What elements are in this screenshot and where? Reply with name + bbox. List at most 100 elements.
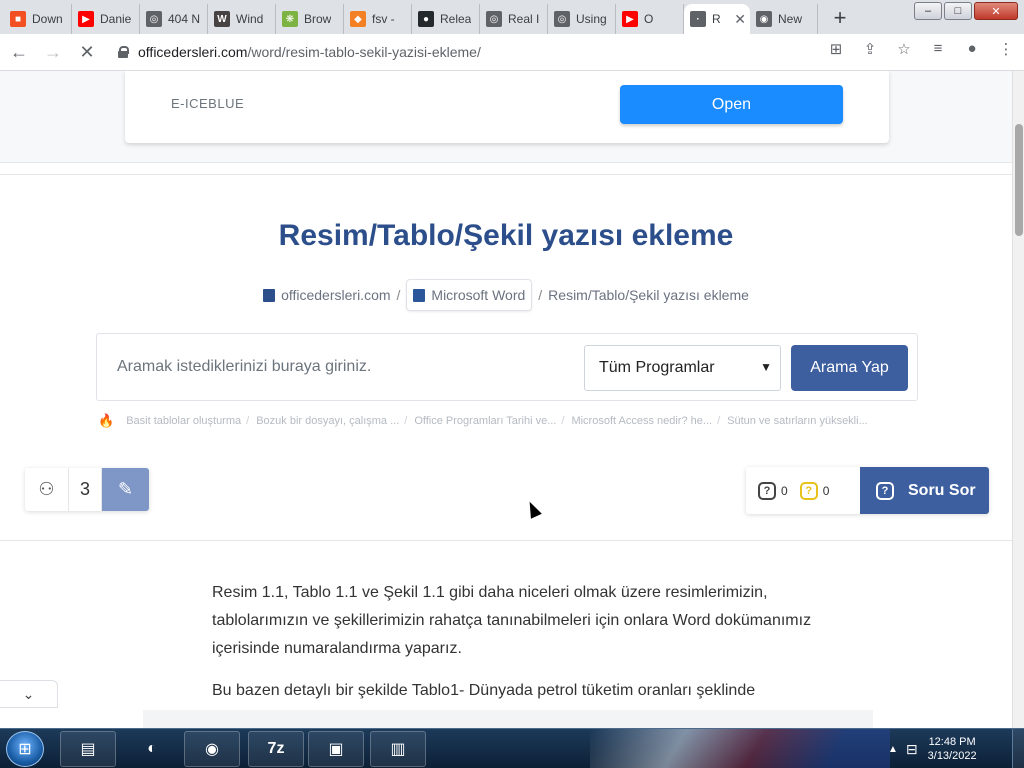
wallpaper-peek bbox=[590, 729, 890, 768]
back-button[interactable]: ← bbox=[4, 37, 34, 67]
network-icon[interactable]: ⊟ bbox=[906, 741, 918, 758]
windows-icon: ■ bbox=[10, 11, 26, 27]
trending-link[interactable]: Sütun ve satırların yüksekli... bbox=[727, 415, 868, 427]
browser-tab[interactable]: ◆ fsv - bbox=[344, 4, 412, 34]
breadcrumb-separator: / bbox=[396, 287, 401, 303]
url-path: /word/resim-tablo-sekil-yazisi-ekleme/ bbox=[247, 44, 481, 60]
youtube-icon: ▶ bbox=[622, 11, 638, 27]
browser-tab[interactable]: ▶ O bbox=[616, 4, 684, 34]
browser-tab[interactable]: W Wind bbox=[208, 4, 276, 34]
youtube-icon: ▶ bbox=[78, 11, 94, 27]
browser-tab[interactable]: · R ✕ bbox=[684, 4, 750, 34]
search-button[interactable]: Arama Yap bbox=[791, 345, 908, 391]
brush-icon[interactable]: ✎ bbox=[102, 468, 149, 511]
breadcrumb-home[interactable]: officedersleri.com bbox=[263, 287, 391, 303]
ad-open-button[interactable]: Open bbox=[620, 85, 843, 124]
start-button[interactable]: ⊞ bbox=[6, 731, 44, 767]
clock-time: 12:48 PM bbox=[928, 736, 976, 748]
tab-label: Relea bbox=[440, 12, 472, 26]
tab-label: 404 N bbox=[168, 12, 201, 26]
fire-icon: 🔥 bbox=[98, 413, 115, 428]
close-window-button[interactable]: ✕ bbox=[974, 2, 1018, 20]
breadcrumb-category[interactable]: Microsoft Word bbox=[406, 279, 533, 311]
answers-stat[interactable]: ? 0 bbox=[799, 481, 829, 500]
question-icon: ? bbox=[758, 481, 776, 500]
breadcrumb-category-label: Microsoft Word bbox=[431, 287, 526, 303]
mouse-cursor-icon bbox=[524, 499, 542, 519]
explorer-icon[interactable]: ▤ bbox=[60, 731, 116, 767]
monitor-icon[interactable]: ▥ bbox=[370, 731, 426, 767]
browser-tab[interactable]: ● Relea bbox=[412, 4, 480, 34]
clock[interactable]: 12:48 PM 3/13/2022 bbox=[928, 735, 977, 763]
contributors-count: 3 bbox=[69, 468, 102, 511]
breadcrumb-home-label: officedersleri.com bbox=[281, 287, 391, 303]
browser-tab[interactable]: ◎ Real I bbox=[480, 4, 548, 34]
browser-tab[interactable]: ◉ New bbox=[750, 4, 818, 34]
chrome-icon: ◉ bbox=[756, 11, 772, 27]
forward-button[interactable]: → bbox=[38, 37, 68, 67]
ask-question-label: Soru Sor bbox=[908, 481, 976, 499]
extension-icon: ❋ bbox=[282, 11, 298, 27]
7zip-icon[interactable]: 7z bbox=[248, 731, 304, 767]
browser-tab[interactable]: ◎ 404 N bbox=[140, 4, 208, 34]
stop-loading-button[interactable]: ✕ bbox=[72, 37, 102, 67]
trending-link[interactable]: Bozuk bir dosyayı, çalışma ... bbox=[256, 415, 399, 427]
clock-date: 3/13/2022 bbox=[927, 750, 977, 762]
tab-label: Wind bbox=[236, 12, 264, 26]
chrome-icon[interactable]: ◉ bbox=[184, 731, 240, 767]
page-scrollbar[interactable] bbox=[1012, 71, 1024, 728]
trending-link[interactable]: Microsoft Access nedir? he... bbox=[571, 415, 712, 427]
lock-icon[interactable] bbox=[118, 46, 129, 58]
7zip-label: 7z bbox=[267, 740, 285, 757]
program-select[interactable]: Tüm Programlar ▼ bbox=[584, 345, 781, 391]
profile-icon[interactable]: ● bbox=[962, 40, 982, 58]
trending-searches: 🔥 Basit tablolar oluşturma / Bozuk bir dos… bbox=[96, 413, 918, 429]
github-icon: ● bbox=[418, 11, 434, 27]
trending-link[interactable]: Basit tablolar oluşturma bbox=[126, 415, 241, 427]
reading-list-icon[interactable]: ≡ bbox=[928, 40, 948, 58]
globe-icon: ◎ bbox=[146, 11, 162, 27]
trending-link[interactable]: Office Programları Tarihi ve... bbox=[414, 415, 556, 427]
firefox-icon[interactable]: ◐ bbox=[124, 731, 180, 767]
tab-label: R bbox=[712, 12, 721, 26]
question-icon: ? bbox=[876, 481, 894, 500]
bottom-bar bbox=[143, 710, 873, 728]
windows-taskbar: ⊞ ▤ ◐ ◉ 7z ▣ ▥ ▲ ⊟ 12:48 PM 3/13/2022 bbox=[0, 728, 1024, 768]
browser-tab[interactable]: ◎ Using bbox=[548, 4, 616, 34]
browser-tab[interactable]: ■ Down bbox=[4, 4, 72, 34]
browser-toolbar: ← → ✕ officedersleri.com/word/resim-tabl… bbox=[0, 34, 1024, 71]
maximize-button[interactable]: □ bbox=[944, 2, 972, 20]
browser-tab[interactable]: ❋ Brow bbox=[276, 4, 344, 34]
minimize-button[interactable]: – bbox=[914, 2, 942, 20]
diamond-icon: ◆ bbox=[350, 11, 366, 27]
trending-separator: / bbox=[246, 415, 250, 427]
new-tab-button[interactable]: + bbox=[826, 4, 854, 32]
questions-stat[interactable]: ? 0 bbox=[758, 481, 788, 500]
scrollbar-thumb[interactable] bbox=[1015, 124, 1023, 236]
ask-question-button[interactable]: ? Soru Sor bbox=[860, 467, 989, 514]
url-domain: officedersleri.com bbox=[138, 44, 248, 60]
tray-arrow-icon[interactable]: ▲ bbox=[888, 744, 898, 755]
bookmark-star-icon[interactable]: ☆ bbox=[894, 40, 914, 58]
trending-separator: / bbox=[561, 415, 565, 427]
close-tab-icon[interactable]: ✕ bbox=[734, 11, 746, 28]
article-content: Resim 1.1, Tablo 1.1 ve Şekil 1.1 gibi d… bbox=[212, 579, 812, 728]
cmd-icon[interactable]: ▣ bbox=[308, 731, 364, 767]
address-bar[interactable]: officedersleri.com/word/resim-tablo-seki… bbox=[108, 38, 848, 66]
qa-widget: ? 0 ? 0 ? Soru Sor bbox=[746, 467, 989, 514]
tab-strip: ■ Down ▶ Danie ◎ 404 N W Wind ❋ Brow ◆ fsv - ● Relea ◎… bbox=[0, 0, 1024, 34]
word-icon bbox=[413, 288, 426, 302]
answer-question-icon: ? bbox=[799, 481, 818, 500]
chevron-down-icon[interactable]: ⌄ bbox=[0, 680, 58, 708]
show-desktop-button[interactable] bbox=[1012, 729, 1024, 768]
browser-tab[interactable]: ▶ Danie bbox=[72, 4, 140, 34]
ad-card: E-ICEBLUE Open bbox=[125, 71, 889, 143]
menu-kebab-icon[interactable]: ⋮ bbox=[996, 40, 1016, 58]
search-input[interactable]: Aramak istediklerinizi buraya giriniz. bbox=[117, 358, 371, 376]
questions-count: 0 bbox=[781, 483, 788, 498]
tab-label: Real I bbox=[508, 12, 540, 26]
tab-label: Using bbox=[576, 12, 607, 26]
share-icon[interactable]: ⇪ bbox=[860, 40, 880, 58]
translate-icon[interactable]: ⊞ bbox=[826, 40, 846, 58]
users-group-icon[interactable]: ⚇ bbox=[25, 468, 69, 511]
